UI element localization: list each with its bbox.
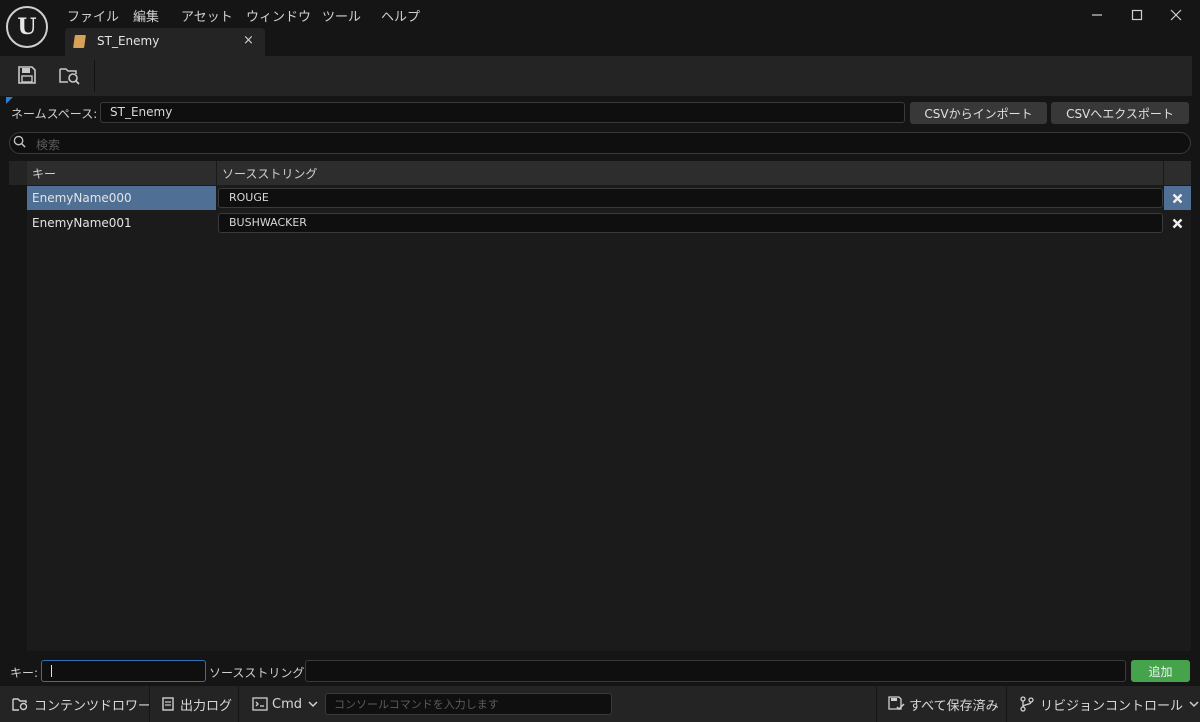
new-key-input[interactable] [41,660,206,682]
console-input[interactable]: コンソールコマンドを入力します [325,693,612,715]
text-caret [51,665,52,677]
add-button[interactable]: 追加 [1131,660,1190,682]
maximize-button[interactable] [1121,4,1153,26]
content-drawer-label: コンテンツドロワー [34,698,152,714]
console-icon [252,697,268,711]
menu-window[interactable]: ウィンドウ [246,6,311,25]
search-placeholder: 検索 [36,138,61,152]
menu-help[interactable]: ヘルプ [381,6,420,25]
delete-row-button[interactable] [1164,211,1191,235]
source-string-input[interactable]: BUSHWACKER [218,213,1163,233]
table-body [9,185,1191,651]
tab-close-icon[interactable]: × [243,33,254,48]
namespace-label: ネームスペース: [11,107,98,121]
string-table-asset-icon [73,35,86,48]
column-header-key[interactable]: キー [32,165,56,182]
minimize-icon [1092,14,1102,16]
column-header-source-string[interactable]: ソースストリング [222,165,317,182]
save-all-label: すべて保存済み [909,698,999,714]
status-divider [1006,686,1007,722]
delete-x-icon [1172,218,1183,228]
delete-row-button[interactable] [1164,186,1191,210]
content-drawer-icon [12,698,28,711]
revision-control-label: リビジョンコントロール [1040,698,1184,714]
panel-corner-marker [6,97,13,104]
source-string-input[interactable]: ROUGE [218,188,1163,208]
search-icon [13,135,26,148]
save-all-button[interactable]: すべて保存済み [888,686,999,722]
cmd-dropdown[interactable]: Cmd [252,686,318,722]
save-icon[interactable] [17,65,39,87]
save-all-icon [888,696,905,711]
menu-file[interactable]: ファイル [67,6,119,25]
content-drawer-button[interactable]: コンテンツドロワー [12,686,151,722]
branch-icon [1020,696,1034,712]
output-log-label: 出力ログ [180,698,233,714]
tab-st-enemy[interactable]: ST_Enemy × [65,28,265,56]
output-log-icon [162,697,174,711]
menu-asset[interactable]: アセット [181,6,233,25]
table-header [9,161,1191,185]
table-header-gutter [9,161,27,185]
status-divider [876,686,877,722]
delete-x-icon [1172,193,1183,203]
table-row[interactable]: EnemyName000 ROUGE [27,186,1191,210]
export-csv-button[interactable]: CSVへエクスポート [1051,102,1189,124]
unreal-logo-icon[interactable]: U [6,6,48,48]
chevron-down-icon [1189,701,1199,708]
status-divider [238,686,239,722]
search-input[interactable]: 検索 [9,132,1191,154]
table-gutter [9,185,27,651]
import-csv-button[interactable]: CSVからインポート [910,102,1047,124]
tab-title: ST_Enemy [97,34,160,48]
key-cell[interactable]: EnemyName001 [27,211,216,235]
toolbar [0,56,1200,96]
namespace-input[interactable]: ST_Enemy [100,102,905,123]
minimize-button[interactable] [1081,4,1113,26]
status-divider [149,686,150,722]
browse-icon[interactable] [59,65,81,87]
toolbar-divider [94,60,95,92]
close-icon [1170,9,1182,21]
output-log-button[interactable]: 出力ログ [160,686,232,722]
maximize-icon [1131,9,1143,21]
cmd-label: Cmd [272,696,302,712]
close-window-button[interactable] [1160,4,1192,26]
column-divider[interactable] [216,161,217,185]
menu-tools[interactable]: ツール [322,6,361,25]
new-source-string-label: ソースストリング: [209,666,309,680]
new-source-string-input[interactable] [305,660,1126,682]
table-row[interactable]: EnemyName001 BUSHWACKER [27,211,1191,235]
chevron-down-icon [308,701,318,708]
key-cell[interactable]: EnemyName000 [27,186,216,210]
column-divider[interactable] [1163,161,1164,185]
new-key-label: キー: [10,666,39,680]
right-edge [1192,56,1200,686]
menu-edit[interactable]: 編集 [133,6,159,25]
revision-control-button[interactable]: リビジョンコントロール [1020,686,1199,722]
